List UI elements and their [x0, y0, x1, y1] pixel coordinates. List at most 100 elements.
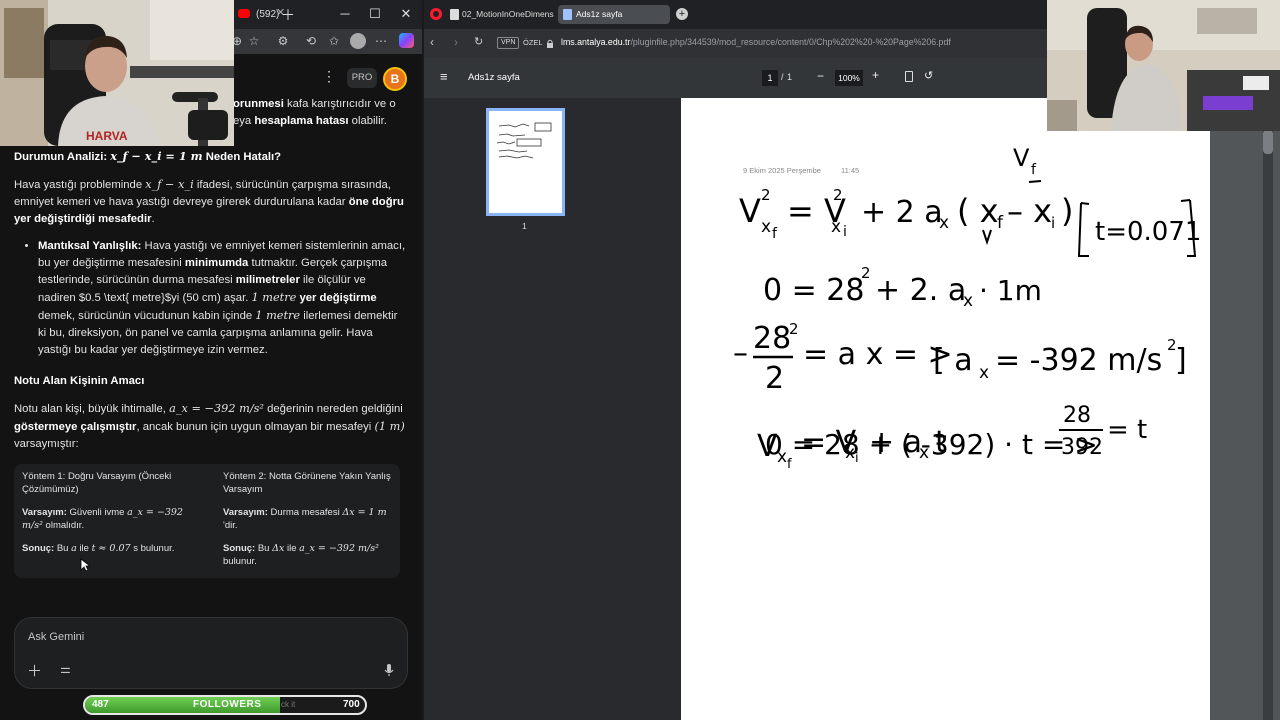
thumbnail-scribble [496, 122, 552, 159]
pdf-viewer: 9 Ekim 2025 Perşembe 11:45 V f Vxf2 = Vx… [681, 98, 1280, 720]
sidebar-menu-icon[interactable]: ≡ [440, 69, 448, 84]
svg-text:x: x [963, 291, 973, 311]
svg-text:0 = 28: 0 = 28 [763, 273, 864, 308]
svg-text:i: i [1051, 214, 1055, 232]
svg-text:x: x [831, 217, 841, 237]
ask-gemini-input[interactable]: Ask Gemini ＋ ⚌ [14, 617, 408, 689]
paragraph-purpose: Notu alan kişi, büyük ihtimalle, a_x = −… [14, 402, 405, 450]
tab-label: Ads1z sayfa [576, 9, 623, 19]
gemini-browser-window: (592) ✕ ＋ ─ ☐ ✕ ⊕ ☆ ⚙ ⟲ ✩ ⋯ ⋮ PRO B orun… [0, 0, 422, 720]
assumption-text: Varsayım: Durma mesafesi Δx = 1 m 'dir. [223, 507, 387, 531]
followers-goal: 700 [343, 699, 360, 710]
avatar[interactable]: B [383, 67, 407, 91]
svg-text:x: x [979, 363, 989, 383]
comparison-column-2: Yöntem 2: Notta Görünene Yakın Yanlış Va… [223, 470, 403, 578]
svg-text:2: 2 [765, 361, 784, 396]
url-text[interactable]: lms.antalya.edu.tr/pluginfile.php/344539… [561, 37, 951, 47]
pro-badge[interactable]: PRO [347, 68, 377, 88]
column-title: Yöntem 2: Notta Görünene Yakın Yanlış Va… [223, 471, 391, 495]
svg-text:+ 2 a: + 2 a [861, 195, 943, 230]
svg-text:0 = 28 + ( -392) · t = >: 0 = 28 + ( -392) · t = > [765, 428, 1098, 461]
svg-text:V: V [1013, 144, 1030, 172]
paragraph-airbag: Hava yastığı probleminde x_f − x_i ifade… [14, 178, 404, 225]
forward-icon[interactable]: › [454, 35, 458, 49]
tab-ads1z-sayfa[interactable]: Ads1z sayfa [558, 5, 670, 24]
add-icon[interactable]: ＋ [27, 660, 42, 681]
svg-text:[ a: [ a [933, 343, 973, 378]
copilot-icon[interactable] [399, 33, 414, 48]
scrollbar-thumb[interactable] [1263, 130, 1273, 154]
back-icon[interactable]: ‹ [430, 35, 434, 49]
kebab-menu-icon[interactable]: ⋮ [322, 68, 336, 85]
webcam-image-right [1047, 0, 1280, 131]
svg-text:i: i [843, 224, 847, 240]
svg-text:2: 2 [833, 186, 843, 204]
svg-text:2: 2 [789, 320, 799, 338]
minimize-icon[interactable]: ─ [336, 6, 354, 22]
window-close-icon[interactable]: ✕ [397, 6, 415, 22]
bullet-list: Mantıksal Yanlışlık: Hava yastığı ve emn… [14, 238, 406, 359]
list-item: Mantıksal Yanlışlık: Hava yastığı ve emn… [38, 238, 406, 359]
svg-text:· 1m: · 1m [979, 274, 1042, 307]
microphone-icon[interactable] [384, 663, 394, 677]
svg-text:): ) [1061, 192, 1073, 230]
page-number-input[interactable]: 1 [762, 70, 778, 86]
pdf-scrollbar[interactable] [1263, 130, 1273, 720]
svg-text:2: 2 [761, 186, 771, 204]
tab-label: 02_MotionInOneDimensio [462, 9, 554, 19]
page-total: 1 [787, 72, 793, 82]
zoom-in-icon[interactable]: + [872, 68, 879, 82]
private-label: ÖZEL [523, 38, 543, 47]
sync-icon[interactable]: ⟲ [303, 33, 319, 49]
svg-text:x: x [761, 217, 771, 237]
comparison-table: Yöntem 1: Doğru Varsayım (Önceki Çözümüm… [14, 464, 400, 578]
column-title: Yöntem 1: Doğru Varsayım (Önceki Çözümüm… [22, 471, 172, 495]
maximize-icon[interactable]: ☐ [366, 6, 384, 22]
tools-icon[interactable]: ⚌ [60, 662, 71, 676]
rotate-icon[interactable]: ↺ [924, 69, 933, 82]
pdf-title: Ads1z sayfa [468, 72, 520, 83]
zoom-input[interactable]: 100% [835, 70, 863, 86]
vpn-badge[interactable]: VPN [497, 37, 520, 49]
gemini-response: orunmesi kafa karıştırıcıdır ve o eya he… [14, 96, 406, 463]
document-icon [563, 9, 572, 20]
svg-text:( x: ( x [957, 192, 999, 230]
new-tab-icon[interactable]: + [676, 8, 688, 20]
zoom-out-icon[interactable]: − [817, 69, 824, 83]
opera-logo-icon[interactable] [430, 8, 442, 20]
document-icon [450, 9, 459, 20]
tab-motion-pdf[interactable]: 02_MotionInOneDimensio [446, 5, 554, 24]
svg-text:t=0.071: t=0.071 [1095, 217, 1201, 247]
svg-text:x: x [939, 213, 949, 233]
webcam-overlay-right [1047, 0, 1280, 131]
svg-text:V: V [739, 192, 761, 230]
new-tab-icon[interactable]: ＋ [281, 5, 295, 25]
extension-icon[interactable]: ⚙ [275, 33, 291, 49]
section-heading-purpose: Notu Alan Kişinin Amacı [14, 375, 145, 387]
more-menu-icon[interactable]: ⋯ [373, 33, 389, 49]
handwritten-equation-time: 0 = 28 + ( -392) · t = > 28 392 = t [765, 403, 1147, 461]
svg-text:f: f [997, 213, 1004, 233]
svg-text:392: 392 [1061, 435, 1103, 460]
followers-current: 487 [92, 699, 109, 710]
partial-line-2: eya hesaplama hatası olabilir. [233, 115, 387, 127]
youtube-icon [238, 9, 250, 18]
profile-icon[interactable] [350, 33, 366, 49]
favorites-icon[interactable]: ✩ [326, 33, 342, 49]
svg-text:= t: = t [1107, 415, 1147, 445]
svg-text:f: f [772, 226, 778, 242]
svg-text:+ 2. a: + 2. a [875, 273, 966, 308]
fit-page-icon[interactable] [905, 71, 913, 82]
svg-text:2: 2 [861, 264, 871, 282]
svg-text:28: 28 [753, 321, 791, 356]
followers-goal-bar: 487 FOLLOWERS ck it 700 [83, 695, 367, 715]
page-thumbnail[interactable] [486, 108, 565, 216]
svg-text:– x: – x [1007, 192, 1052, 230]
lock-icon[interactable] [546, 36, 553, 48]
svg-text:f: f [1031, 162, 1037, 178]
result-text: Sonuç: Bu a ile t ≈ 0.07 s bulunur. [22, 543, 175, 554]
bookmark-star-icon[interactable]: ☆ [246, 33, 262, 49]
svg-text:= a x = >: = a x = > [803, 337, 953, 372]
reload-icon[interactable]: ↻ [474, 35, 483, 48]
section-heading-analysis: Durumun Analizi: x_f − x_i = 1 m Neden H… [14, 149, 282, 163]
